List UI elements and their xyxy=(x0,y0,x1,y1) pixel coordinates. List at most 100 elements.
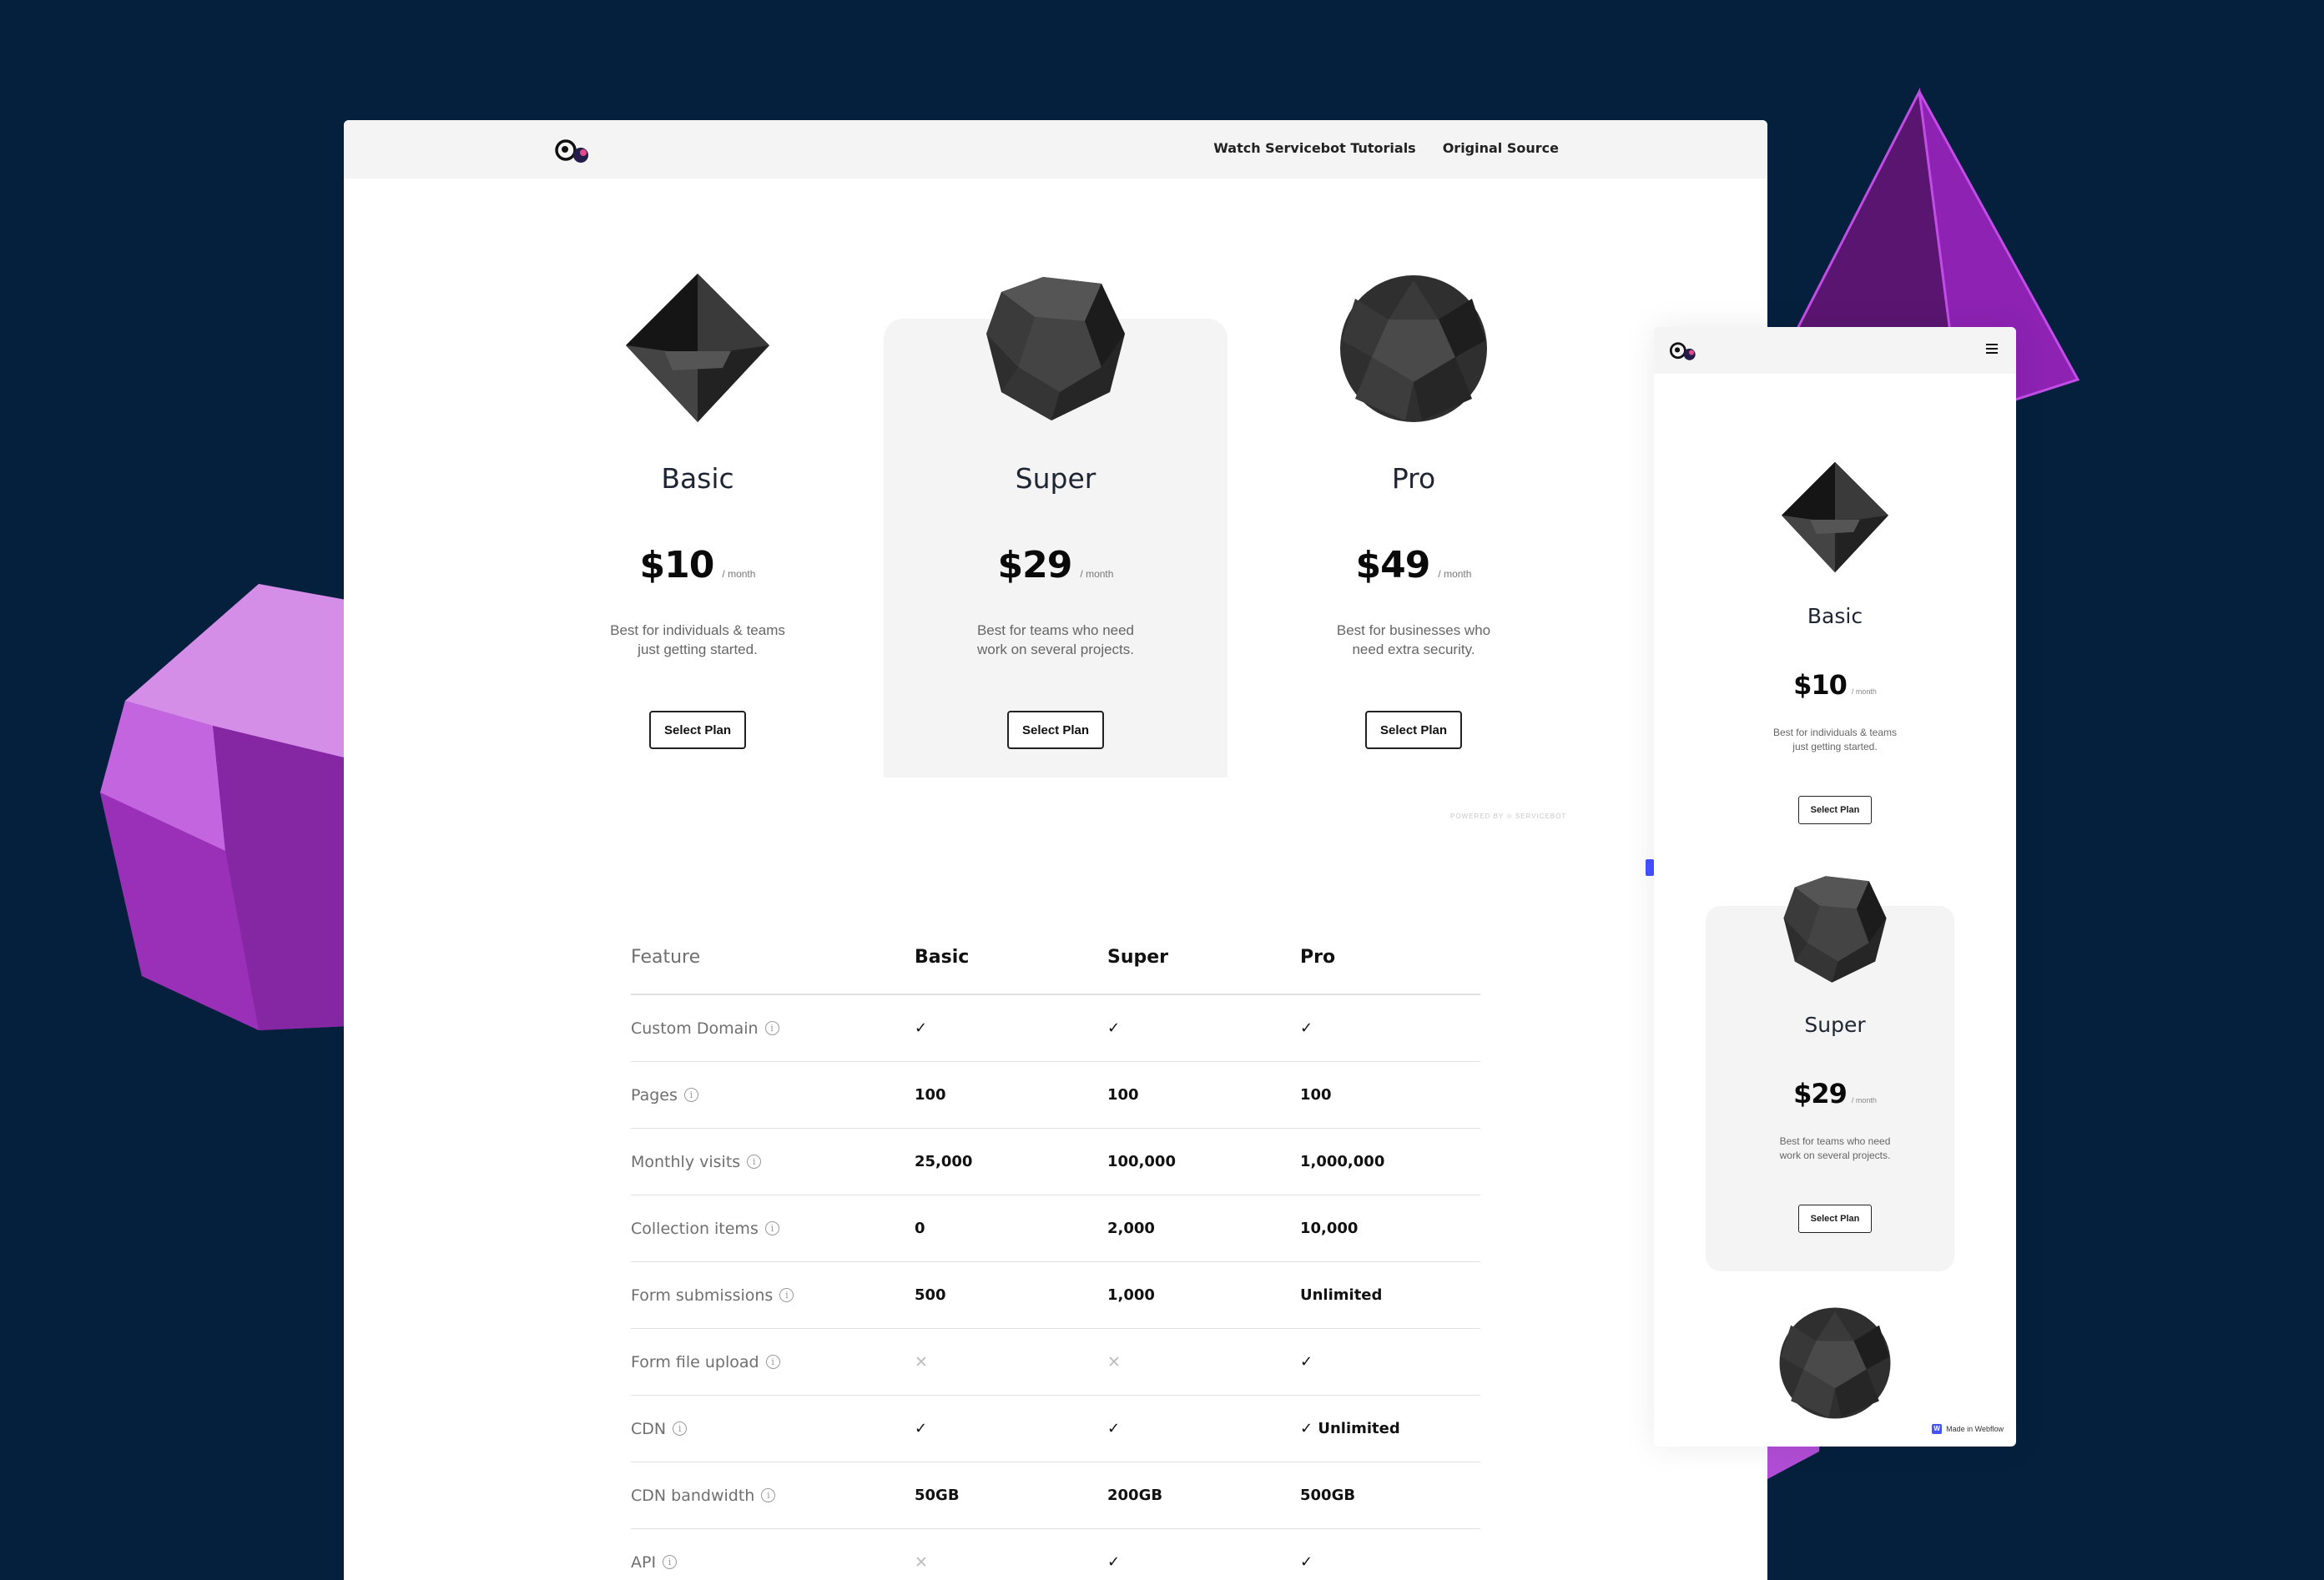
table-header-super: Super xyxy=(1107,947,1169,968)
info-icon[interactable]: i xyxy=(683,1088,698,1102)
plan-price: $29 xyxy=(1793,1078,1848,1110)
feature-name: API xyxy=(631,1552,657,1572)
price-row: $29 / month xyxy=(884,544,1228,586)
table-row: API i ✕ ✓ ✓ xyxy=(631,1528,1480,1580)
plan-name: Super xyxy=(1804,1013,1866,1037)
powered-by-servicebot-link[interactable]: POWERED BY ⟐ SERVICEBOT xyxy=(1450,813,1566,821)
price-period: / month xyxy=(1851,1096,1877,1104)
plan-price: $10 xyxy=(1793,669,1848,701)
feature-value-basic: ✓ xyxy=(915,1420,928,1437)
feature-comparison-table: Feature Basic Super Pro Custom Domain i ✓ ✓… xyxy=(631,921,1480,1580)
table-header-row: Feature Basic Super Pro xyxy=(631,921,1480,994)
info-icon[interactable]: i xyxy=(747,1155,762,1169)
select-plan-button-super[interactable]: Select Plan xyxy=(1798,1205,1872,1233)
feature-value-super: ✓ xyxy=(1107,1019,1121,1037)
table-row: Monthly visits i 25,000 100,000 1,000,000 xyxy=(631,1128,1480,1195)
plan-description-line: Best for teams who need xyxy=(976,622,1135,638)
feature-name-cell: Collection items i xyxy=(631,1220,915,1238)
feature-value-basic: 50GB xyxy=(915,1487,960,1504)
feature-value-super: 200GB xyxy=(1107,1487,1163,1504)
feature-name: CDN xyxy=(631,1419,667,1438)
nav-link-original-source[interactable]: Original Source xyxy=(1443,140,1559,156)
table-header-feature: Feature xyxy=(631,947,701,968)
feature-name-cell: Form file upload i xyxy=(631,1353,915,1371)
price-period: / month xyxy=(1851,687,1877,696)
feature-value-pro: ✓ Unlimited xyxy=(1300,1420,1400,1437)
select-plan-button-basic[interactable]: Select Plan xyxy=(1798,796,1872,824)
polyhedron-gem-icon xyxy=(1778,1306,1892,1424)
table-header-pro: Pro xyxy=(1300,947,1336,968)
info-icon[interactable]: i xyxy=(765,1355,780,1369)
plan-description: Best for teams who need work on several … xyxy=(1654,1135,2016,1163)
select-plan-button-super[interactable]: Select Plan xyxy=(1007,711,1104,749)
plan-name: Basic xyxy=(661,462,734,495)
feature-name-cell: Pages i xyxy=(631,1086,915,1104)
select-plan-button-pro[interactable]: Select Plan xyxy=(1365,711,1462,749)
select-plan-button-basic[interactable]: Select Plan xyxy=(649,711,746,749)
feature-value-super: 100 xyxy=(1107,1086,1139,1104)
feature-value-super: 2,000 xyxy=(1107,1220,1155,1237)
feature-value-pro: 500GB xyxy=(1300,1487,1356,1504)
table-row: Custom Domain i ✓ ✓ ✓ xyxy=(631,994,1480,1061)
feature-value-pro: 10,000 xyxy=(1300,1220,1359,1237)
feature-name-cell: Monthly visits i xyxy=(631,1153,915,1171)
price-period: / month xyxy=(722,568,756,580)
info-icon[interactable]: i xyxy=(761,1488,776,1502)
plan-description-line: work on several projects. xyxy=(976,642,1135,657)
desktop-pricing-window: Watch Servicebot Tutorials Original Sour… xyxy=(344,120,1767,1580)
price-row: $10 / month xyxy=(526,544,870,586)
table-header-basic: Basic xyxy=(915,947,970,968)
feature-value-super: ✓ xyxy=(1107,1553,1121,1571)
feature-name: Form submissions xyxy=(631,1286,774,1305)
info-icon[interactable]: i xyxy=(764,1221,779,1235)
feature-value-pro: Unlimited xyxy=(1300,1286,1383,1304)
feature-value-basic: 500 xyxy=(915,1286,946,1304)
feature-name-cell: Custom Domain i xyxy=(631,1019,915,1038)
plan-description-line: Best for individuals & teams xyxy=(1772,727,1898,738)
plan-price: $29 xyxy=(997,544,1073,586)
plan-description-line: Best for businesses who xyxy=(1336,622,1491,638)
feature-name-cell: API i xyxy=(631,1553,915,1572)
feature-name: CDN bandwidth xyxy=(631,1486,755,1505)
feature-value-basic: ✕ xyxy=(915,1352,928,1371)
feature-value-pro: ✓ xyxy=(1300,1353,1313,1371)
info-icon[interactable]: i xyxy=(673,1421,688,1436)
feature-value-super: ✓ xyxy=(1107,1420,1121,1437)
info-icon[interactable]: i xyxy=(764,1021,779,1035)
feature-value-super: 1,000 xyxy=(1107,1286,1155,1304)
plan-name: Basic xyxy=(1807,604,1863,628)
desktop-navbar: Watch Servicebot Tutorials Original Sour… xyxy=(344,120,1767,179)
feature-name-cell: Form submissions i xyxy=(631,1286,915,1305)
info-icon[interactable]: i xyxy=(779,1288,794,1302)
feature-name: Collection items xyxy=(631,1219,759,1238)
servicebot-logo-icon xyxy=(555,139,588,163)
price-row: $49 / month xyxy=(1242,544,1585,586)
plan-description-line: Best for teams who need xyxy=(1779,1135,1891,1147)
dodecahedron-gem-icon xyxy=(1782,874,1888,989)
feature-value-basic: ✕ xyxy=(915,1552,928,1572)
info-icon[interactable]: i xyxy=(663,1555,678,1569)
feature-value-basic: 0 xyxy=(915,1220,925,1237)
table-row: CDN bandwidth i 50GB 200GB 500GB xyxy=(631,1462,1480,1528)
feature-value-pro: 1,000,000 xyxy=(1300,1153,1385,1170)
feature-value-pro: 100 xyxy=(1300,1086,1332,1104)
feature-value-super: 100,000 xyxy=(1107,1153,1176,1170)
feature-value-basic: ✓ xyxy=(915,1019,928,1037)
plan-description: Best for teams who need work on several … xyxy=(884,621,1228,659)
made-in-webflow-label: Made in Webflow xyxy=(1946,1425,2004,1433)
table-row: Collection items i 0 2,000 10,000 xyxy=(631,1195,1480,1261)
price-period: / month xyxy=(1080,568,1114,580)
table-row: Pages i 100 100 100 xyxy=(631,1061,1480,1128)
plan-description: Best for individuals & teams just gettin… xyxy=(1654,726,2016,754)
plan-description-line: work on several projects. xyxy=(1779,1150,1891,1161)
nav-link-tutorials[interactable]: Watch Servicebot Tutorials xyxy=(1213,140,1416,156)
feature-name-cell: CDN i xyxy=(631,1420,915,1438)
table-row: Form file upload i ✕ ✕ ✓ xyxy=(631,1328,1480,1395)
feature-value-pro: ✓ xyxy=(1300,1553,1313,1571)
servicebot-logo[interactable] xyxy=(554,138,591,164)
feature-value-pro: ✓ xyxy=(1300,1019,1313,1037)
nav-links: Watch Servicebot Tutorials Original Sour… xyxy=(1213,140,1559,156)
made-in-webflow-badge[interactable]: W Made in Webflow xyxy=(1928,1421,2008,1437)
feature-name: Pages xyxy=(631,1085,678,1104)
webflow-logo-icon: W xyxy=(1932,1424,1943,1434)
